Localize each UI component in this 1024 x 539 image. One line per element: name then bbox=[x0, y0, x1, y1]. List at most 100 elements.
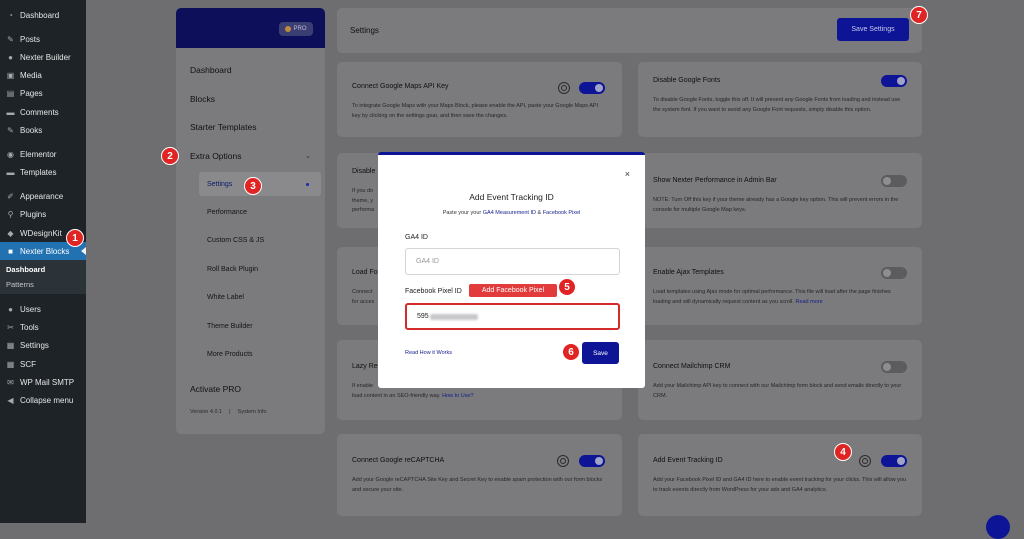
panel-sub-custom-css-js[interactable]: Custom CSS & JS bbox=[176, 227, 325, 256]
card-desc: Load templates using Ajax mode for optim… bbox=[653, 289, 891, 305]
wp-menu-tools[interactable]: ✂ Tools bbox=[0, 319, 86, 337]
chevron-down-icon: ⌄ bbox=[305, 152, 311, 160]
read-more-link[interactable]: Read more bbox=[795, 299, 822, 305]
pro-badge[interactable]: PRO bbox=[279, 22, 313, 36]
card-title: Enable Ajax Templates bbox=[653, 269, 724, 276]
pro-crown-icon bbox=[285, 26, 292, 32]
pages-icon: ▤ bbox=[6, 89, 15, 99]
nexter-icon: ● bbox=[8, 52, 13, 62]
wp-menu-plugins[interactable]: ⚲ Plugins bbox=[0, 206, 86, 224]
facebook-pixel-input[interactable]: 595 bbox=[405, 303, 620, 330]
help-button[interactable] bbox=[986, 515, 1010, 539]
nexter-panel-header: PRO bbox=[176, 8, 325, 48]
wp-menu-comments[interactable]: ▬ Comments bbox=[0, 103, 86, 121]
wp-admin-sidebar: ◔ Dashboard ✎ Posts ● Nexter Builder ▣ Media… bbox=[0, 0, 86, 523]
panel-menu-dashboard[interactable]: Dashboard bbox=[176, 56, 325, 85]
blurred-value bbox=[429, 313, 478, 320]
wdesignkit-icon: ◆ bbox=[7, 228, 14, 238]
panel-menu-starter-templates[interactable]: Starter Templates bbox=[176, 113, 325, 142]
mailchimp-toggle[interactable] bbox=[881, 361, 907, 373]
card-title: Lazy Re bbox=[352, 363, 378, 370]
page-title: Settings bbox=[350, 26, 379, 35]
modal-subtitle: Paste your your GA4 Measurement ID & Fac… bbox=[442, 210, 581, 216]
plug-icon: ⚲ bbox=[7, 210, 14, 220]
settings-header: Settings Save Settings bbox=[337, 8, 922, 53]
pin-icon: ✎ bbox=[7, 34, 14, 44]
card-title: Disable bbox=[352, 168, 376, 175]
card-desc: NOTE: Turn Off this key if your theme al… bbox=[653, 197, 899, 213]
pin-icon: ✎ bbox=[7, 125, 14, 135]
wp-submenu-dashboard[interactable]: Dashboard bbox=[0, 262, 86, 277]
panel-sub-roll-back[interactable]: Roll Back Plugin bbox=[176, 255, 325, 284]
performance-toggle[interactable] bbox=[881, 175, 907, 187]
media-icon: ▣ bbox=[6, 71, 15, 81]
wp-menu-users[interactable]: ● Users bbox=[0, 300, 86, 318]
card-title: Disable Google Fonts bbox=[653, 77, 721, 84]
modal-save-button[interactable]: Save bbox=[582, 342, 619, 364]
wrench-icon: ✂ bbox=[7, 323, 14, 333]
wp-menu-posts[interactable]: ✎ Posts bbox=[0, 30, 86, 48]
collapse-icon: ◀ bbox=[7, 395, 14, 405]
nexter-blocks-icon: ■ bbox=[8, 246, 13, 256]
wp-menu-scf[interactable]: ▦ SCF bbox=[0, 355, 86, 373]
card-title: Add Event Tracking ID bbox=[653, 457, 723, 464]
wp-menu-templates[interactable]: ▬ Templates bbox=[0, 164, 86, 182]
how-to-use-link[interactable]: How to Use? bbox=[442, 393, 474, 399]
elementor-icon: ◉ bbox=[7, 149, 14, 159]
system-info-link[interactable]: System Info bbox=[238, 409, 267, 415]
panel-sub-more-products[interactable]: More Products bbox=[176, 341, 325, 370]
step-badge-2: 2 bbox=[161, 147, 179, 165]
panel-menu-extra-options[interactable]: Extra Options ⌄ bbox=[176, 142, 325, 171]
users-icon: ● bbox=[8, 305, 13, 315]
wp-menu-books[interactable]: ✎ Books bbox=[0, 121, 86, 139]
activate-pro-link[interactable]: Activate PRO bbox=[190, 384, 241, 394]
card-title: Connect Google reCAPTCHA bbox=[352, 457, 445, 464]
wp-menu-nexter-builder[interactable]: ● Nexter Builder bbox=[0, 48, 86, 66]
brush-icon: ✐ bbox=[7, 192, 14, 202]
wp-menu-media[interactable]: ▣ Media bbox=[0, 67, 86, 85]
panel-sub-white-label[interactable]: White Label bbox=[176, 284, 325, 313]
step-badge-7: 7 bbox=[910, 6, 928, 24]
gear-icon[interactable] bbox=[557, 455, 569, 467]
read-how-it-works-link[interactable]: Read How it Works bbox=[405, 350, 452, 356]
gear-icon[interactable] bbox=[558, 82, 570, 94]
wp-menu-pages[interactable]: ▤ Pages bbox=[0, 85, 86, 103]
wp-menu-dashboard[interactable]: ◔ Dashboard bbox=[0, 6, 86, 24]
maps-toggle[interactable] bbox=[579, 82, 605, 94]
wp-menu-collapse[interactable]: ◀ Collapse menu bbox=[0, 391, 86, 409]
panel-sub-theme-builder[interactable]: Theme Builder bbox=[176, 312, 325, 341]
settings-icon: ▦ bbox=[6, 341, 15, 351]
close-icon[interactable]: × bbox=[625, 169, 630, 179]
ga4-input[interactable]: GA4 ID bbox=[405, 248, 620, 275]
ajax-toggle[interactable] bbox=[881, 267, 907, 279]
modal-title: Add Event Tracking ID bbox=[469, 192, 554, 202]
pixel-label: Facebook Pixel ID bbox=[405, 288, 462, 295]
wp-menu-appearance[interactable]: ✐ Appearance bbox=[0, 188, 86, 206]
fonts-toggle[interactable] bbox=[881, 75, 907, 87]
card-google-maps: Connect Google Maps API Key To integrate… bbox=[337, 62, 622, 137]
card-title: Load Fo bbox=[352, 269, 378, 276]
gear-icon[interactable] bbox=[859, 455, 871, 467]
step-badge-1: 1 bbox=[66, 229, 84, 247]
save-settings-button[interactable]: Save Settings bbox=[837, 18, 909, 41]
card-recaptcha: Connect Google reCAPTCHA Add your Google… bbox=[337, 434, 622, 516]
scf-icon: ▦ bbox=[6, 359, 15, 369]
step-badge-3: 3 bbox=[244, 177, 262, 195]
step-badge-5: 5 bbox=[558, 278, 576, 296]
wp-submenu-patterns[interactable]: Patterns bbox=[0, 277, 86, 292]
dashboard-icon: ◔ bbox=[8, 10, 13, 20]
wp-menu-elementor[interactable]: ◉ Elementor bbox=[0, 145, 86, 163]
ga4-link[interactable]: GA4 Measurement ID bbox=[483, 210, 536, 216]
card-desc: Add your Mailchimp API key to connect wi… bbox=[653, 383, 902, 399]
nexter-side-panel: PRO Dashboard Blocks Starter Templates E… bbox=[176, 8, 325, 434]
wp-menu-settings[interactable]: ▦ Settings bbox=[0, 337, 86, 355]
facebook-pixel-link[interactable]: Facebook Pixel bbox=[543, 210, 581, 216]
ga4-label: GA4 ID bbox=[405, 234, 428, 241]
recaptcha-toggle[interactable] bbox=[579, 455, 605, 467]
card-event-tracking: Add Event Tracking ID Add your Facebook … bbox=[638, 434, 922, 516]
panel-sub-performance[interactable]: Performance bbox=[176, 198, 325, 227]
wp-menu-wp-mail-smtp[interactable]: ✉ WP Mail SMTP bbox=[0, 373, 86, 391]
add-facebook-pixel-callout: Add Facebook Pixel bbox=[469, 284, 557, 297]
tracking-toggle[interactable] bbox=[881, 455, 907, 467]
panel-menu-blocks[interactable]: Blocks bbox=[176, 85, 325, 114]
